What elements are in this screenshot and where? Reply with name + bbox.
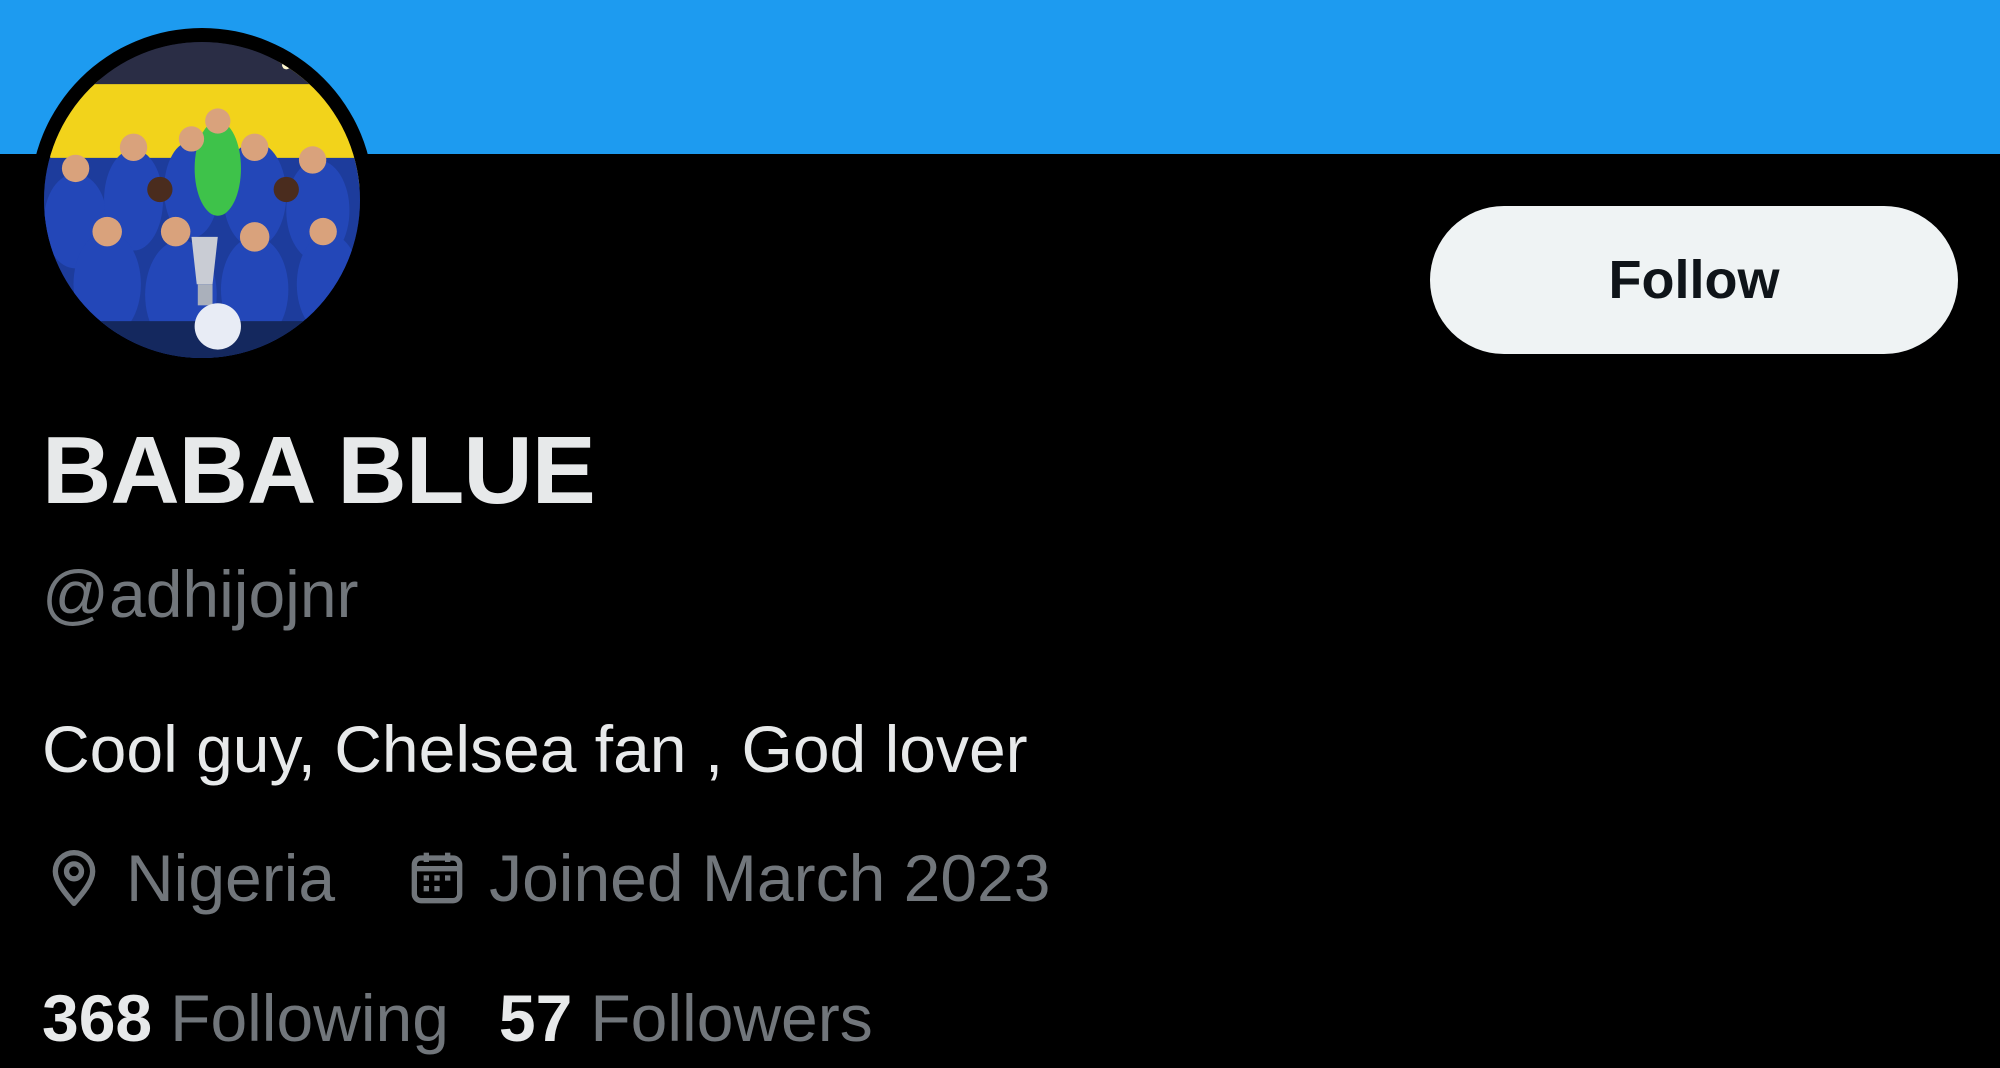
join-date: Joined March 2023 [405,840,1050,916]
following-link[interactable]: 368 Following [42,980,449,1056]
profile-meta: Nigeria Joined March 2023 [42,840,1050,916]
location-text: Nigeria [126,841,336,915]
following-count: 368 [42,981,153,1055]
location: Nigeria [42,840,335,916]
profile-bio: Cool guy, Chelsea fan , God lover [42,712,1028,786]
follow-stats: 368 Following 57 Followers [42,978,873,1058]
avatar-image [44,42,360,358]
followers-count: 57 [498,981,573,1055]
calendar-icon [405,846,469,910]
profile-handle: @adhijojnr [42,557,359,631]
following-label: Following [170,981,449,1055]
profile-page: Follow BABA BLUE @adhijojnr Cool guy, Ch… [0,0,2000,1068]
follow-button[interactable]: Follow [1430,206,1958,354]
followers-label: Followers [590,981,873,1055]
display-name: BABA BLUE [42,417,596,524]
followers-link[interactable]: 57 Followers [499,980,873,1056]
location-pin-icon [42,846,106,910]
join-date-text: Joined March 2023 [489,841,1051,915]
avatar[interactable] [30,28,374,372]
